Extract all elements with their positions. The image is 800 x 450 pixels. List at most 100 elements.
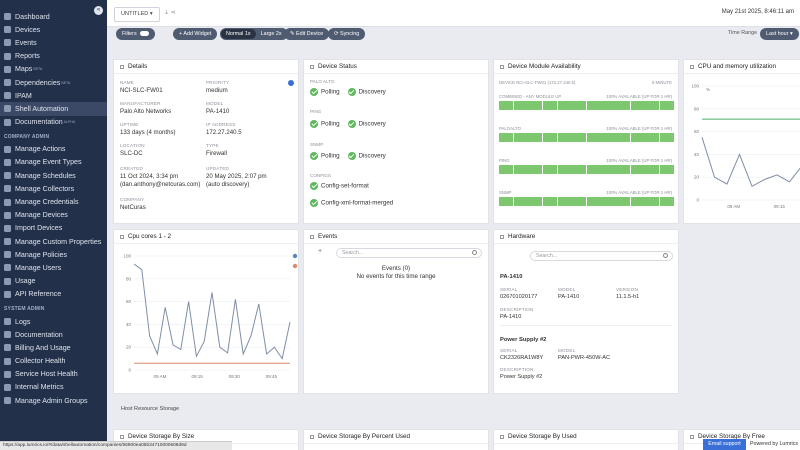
sidebar-item-documentation[interactable]: Documentation ALPHA <box>0 116 107 129</box>
availability-segment[interactable] <box>528 197 543 206</box>
sidebar-item-manage-admin-groups[interactable]: Manage Admin Groups <box>0 394 107 407</box>
availability-segment[interactable] <box>572 101 587 110</box>
config-item[interactable]: Config-set-format <box>310 182 369 190</box>
sidebar-item-ipam[interactable]: IPAM <box>0 89 107 102</box>
sidebar-item-service-host-health[interactable]: Service Host Health <box>0 368 107 381</box>
sidebar-item-logs[interactable]: Logs <box>0 315 107 328</box>
large-size-option[interactable]: Large 2x <box>256 29 287 39</box>
settings-icon[interactable] <box>288 80 294 86</box>
sidebar-item-events[interactable]: Events <box>0 36 107 49</box>
availability-segment[interactable] <box>572 133 587 142</box>
dashboard-tab[interactable]: UNTITLED ▾ <box>114 7 160 22</box>
availability-segment[interactable] <box>528 133 543 142</box>
drag-handle-icon[interactable] <box>310 64 314 69</box>
sidebar-item-manage-users[interactable]: Manage Users <box>0 261 107 274</box>
drag-handle-icon[interactable] <box>310 434 314 439</box>
sidebar-item-api-reference[interactable]: API Reference <box>0 288 107 301</box>
sidebar-item-billing-and-usage[interactable]: Billing And Usage <box>0 341 107 354</box>
filters-button[interactable]: Filters <box>116 28 155 40</box>
availability-segment[interactable] <box>660 133 675 142</box>
availability-segment[interactable] <box>616 133 631 142</box>
availability-segment[interactable] <box>601 165 616 174</box>
sidebar-item-dashboard[interactable]: Dashboard <box>0 10 107 23</box>
availability-segment[interactable] <box>513 101 528 110</box>
availability-segment[interactable] <box>499 197 514 206</box>
availability-segment[interactable] <box>586 197 601 206</box>
availability-segment[interactable] <box>542 165 557 174</box>
availability-segment[interactable] <box>499 165 514 174</box>
sidebar-item-manage-schedules[interactable]: Manage Schedules <box>0 169 107 182</box>
availability-segment[interactable] <box>557 133 572 142</box>
filters-toggle[interactable] <box>139 31 149 37</box>
availability-segment[interactable] <box>601 133 616 142</box>
edit-device-button[interactable]: ✎ Edit Device <box>284 28 330 40</box>
availability-segment[interactable] <box>660 165 675 174</box>
availability-segment[interactable] <box>586 101 601 110</box>
availability-segment[interactable] <box>630 165 645 174</box>
sidebar-item-manage-credentials[interactable]: Manage Credentials <box>0 195 107 208</box>
drag-handle-icon[interactable] <box>500 64 504 69</box>
normal-size-option[interactable]: Normal 1x <box>221 29 256 39</box>
sidebar-item-shell-automation[interactable]: Shell Automation <box>0 102 107 116</box>
time-range-select[interactable]: Last hour ▾ <box>760 28 799 40</box>
availability-interval[interactable]: 5 MINUTE <box>652 80 672 85</box>
config-item[interactable]: Config-xml-format-merged <box>310 199 393 207</box>
availability-segment[interactable] <box>586 133 601 142</box>
tab-action-icons[interactable]: ⇣ ⋖ <box>164 9 176 16</box>
sidebar-item-devices[interactable]: Devices <box>0 23 107 36</box>
drag-handle-icon[interactable] <box>500 434 504 439</box>
sidebar-item-manage-policies[interactable]: Manage Policies <box>0 248 107 261</box>
availability-segment[interactable] <box>528 165 543 174</box>
drag-handle-icon[interactable] <box>120 64 124 69</box>
sidebar-item-collector-health[interactable]: Collector Health <box>0 355 107 368</box>
availability-segment[interactable] <box>572 165 587 174</box>
availability-segment[interactable] <box>557 197 572 206</box>
availability-segment[interactable] <box>513 165 528 174</box>
sidebar-item-manage-actions[interactable]: Manage Actions <box>0 143 107 156</box>
hardware-search-input[interactable]: Search... <box>530 251 673 261</box>
availability-segment[interactable] <box>616 101 631 110</box>
email-support-button[interactable]: Email support <box>703 439 746 450</box>
availability-segment[interactable] <box>542 133 557 142</box>
drag-handle-icon[interactable] <box>690 434 694 439</box>
sidebar-item-usage[interactable]: Usage <box>0 275 107 288</box>
availability-segment[interactable] <box>645 101 660 110</box>
availability-segment[interactable] <box>542 197 557 206</box>
availability-segment[interactable] <box>586 165 601 174</box>
events-search-input[interactable]: Search... <box>336 248 482 258</box>
sidebar-item-manage-custom-properties[interactable]: Manage Custom Properties <box>0 235 107 248</box>
sidebar-item-reports[interactable]: Reports <box>0 50 107 63</box>
availability-segment[interactable] <box>528 101 543 110</box>
drag-handle-icon[interactable] <box>310 234 314 239</box>
availability-segment[interactable] <box>616 165 631 174</box>
availability-segment[interactable] <box>645 133 660 142</box>
availability-segment[interactable] <box>499 101 514 110</box>
sidebar-item-dependencies[interactable]: Dependencies BETA <box>0 76 107 89</box>
availability-segment[interactable] <box>630 133 645 142</box>
availability-segment[interactable] <box>660 197 675 206</box>
drag-handle-icon[interactable] <box>690 64 694 69</box>
sidebar-item-manage-devices[interactable]: Manage Devices <box>0 209 107 222</box>
availability-segment[interactable] <box>557 101 572 110</box>
collapse-sidebar-icon[interactable]: « <box>94 6 103 15</box>
syncing-button[interactable]: ⟳ Syncing <box>328 28 366 40</box>
sidebar-item-maps[interactable]: Maps BETA <box>0 63 107 76</box>
add-widget-button[interactable]: + Add Widget <box>173 28 218 40</box>
availability-segment[interactable] <box>630 101 645 110</box>
availability-segment[interactable] <box>616 197 631 206</box>
drag-handle-icon[interactable] <box>120 434 124 439</box>
availability-segment[interactable] <box>557 165 572 174</box>
sidebar-item-documentation[interactable]: Documentation <box>0 328 107 341</box>
availability-segment[interactable] <box>645 165 660 174</box>
availability-segment[interactable] <box>572 197 587 206</box>
availability-segment[interactable] <box>513 197 528 206</box>
availability-segment[interactable] <box>601 197 616 206</box>
sidebar-item-internal-metrics[interactable]: Internal Metrics <box>0 381 107 394</box>
drag-handle-icon[interactable] <box>500 234 504 239</box>
sidebar-item-manage-collectors[interactable]: Manage Collectors <box>0 182 107 195</box>
drag-handle-icon[interactable] <box>120 234 124 239</box>
availability-segment[interactable] <box>645 197 660 206</box>
availability-segment[interactable] <box>513 133 528 142</box>
availability-segment[interactable] <box>499 133 514 142</box>
availability-segment[interactable] <box>630 197 645 206</box>
